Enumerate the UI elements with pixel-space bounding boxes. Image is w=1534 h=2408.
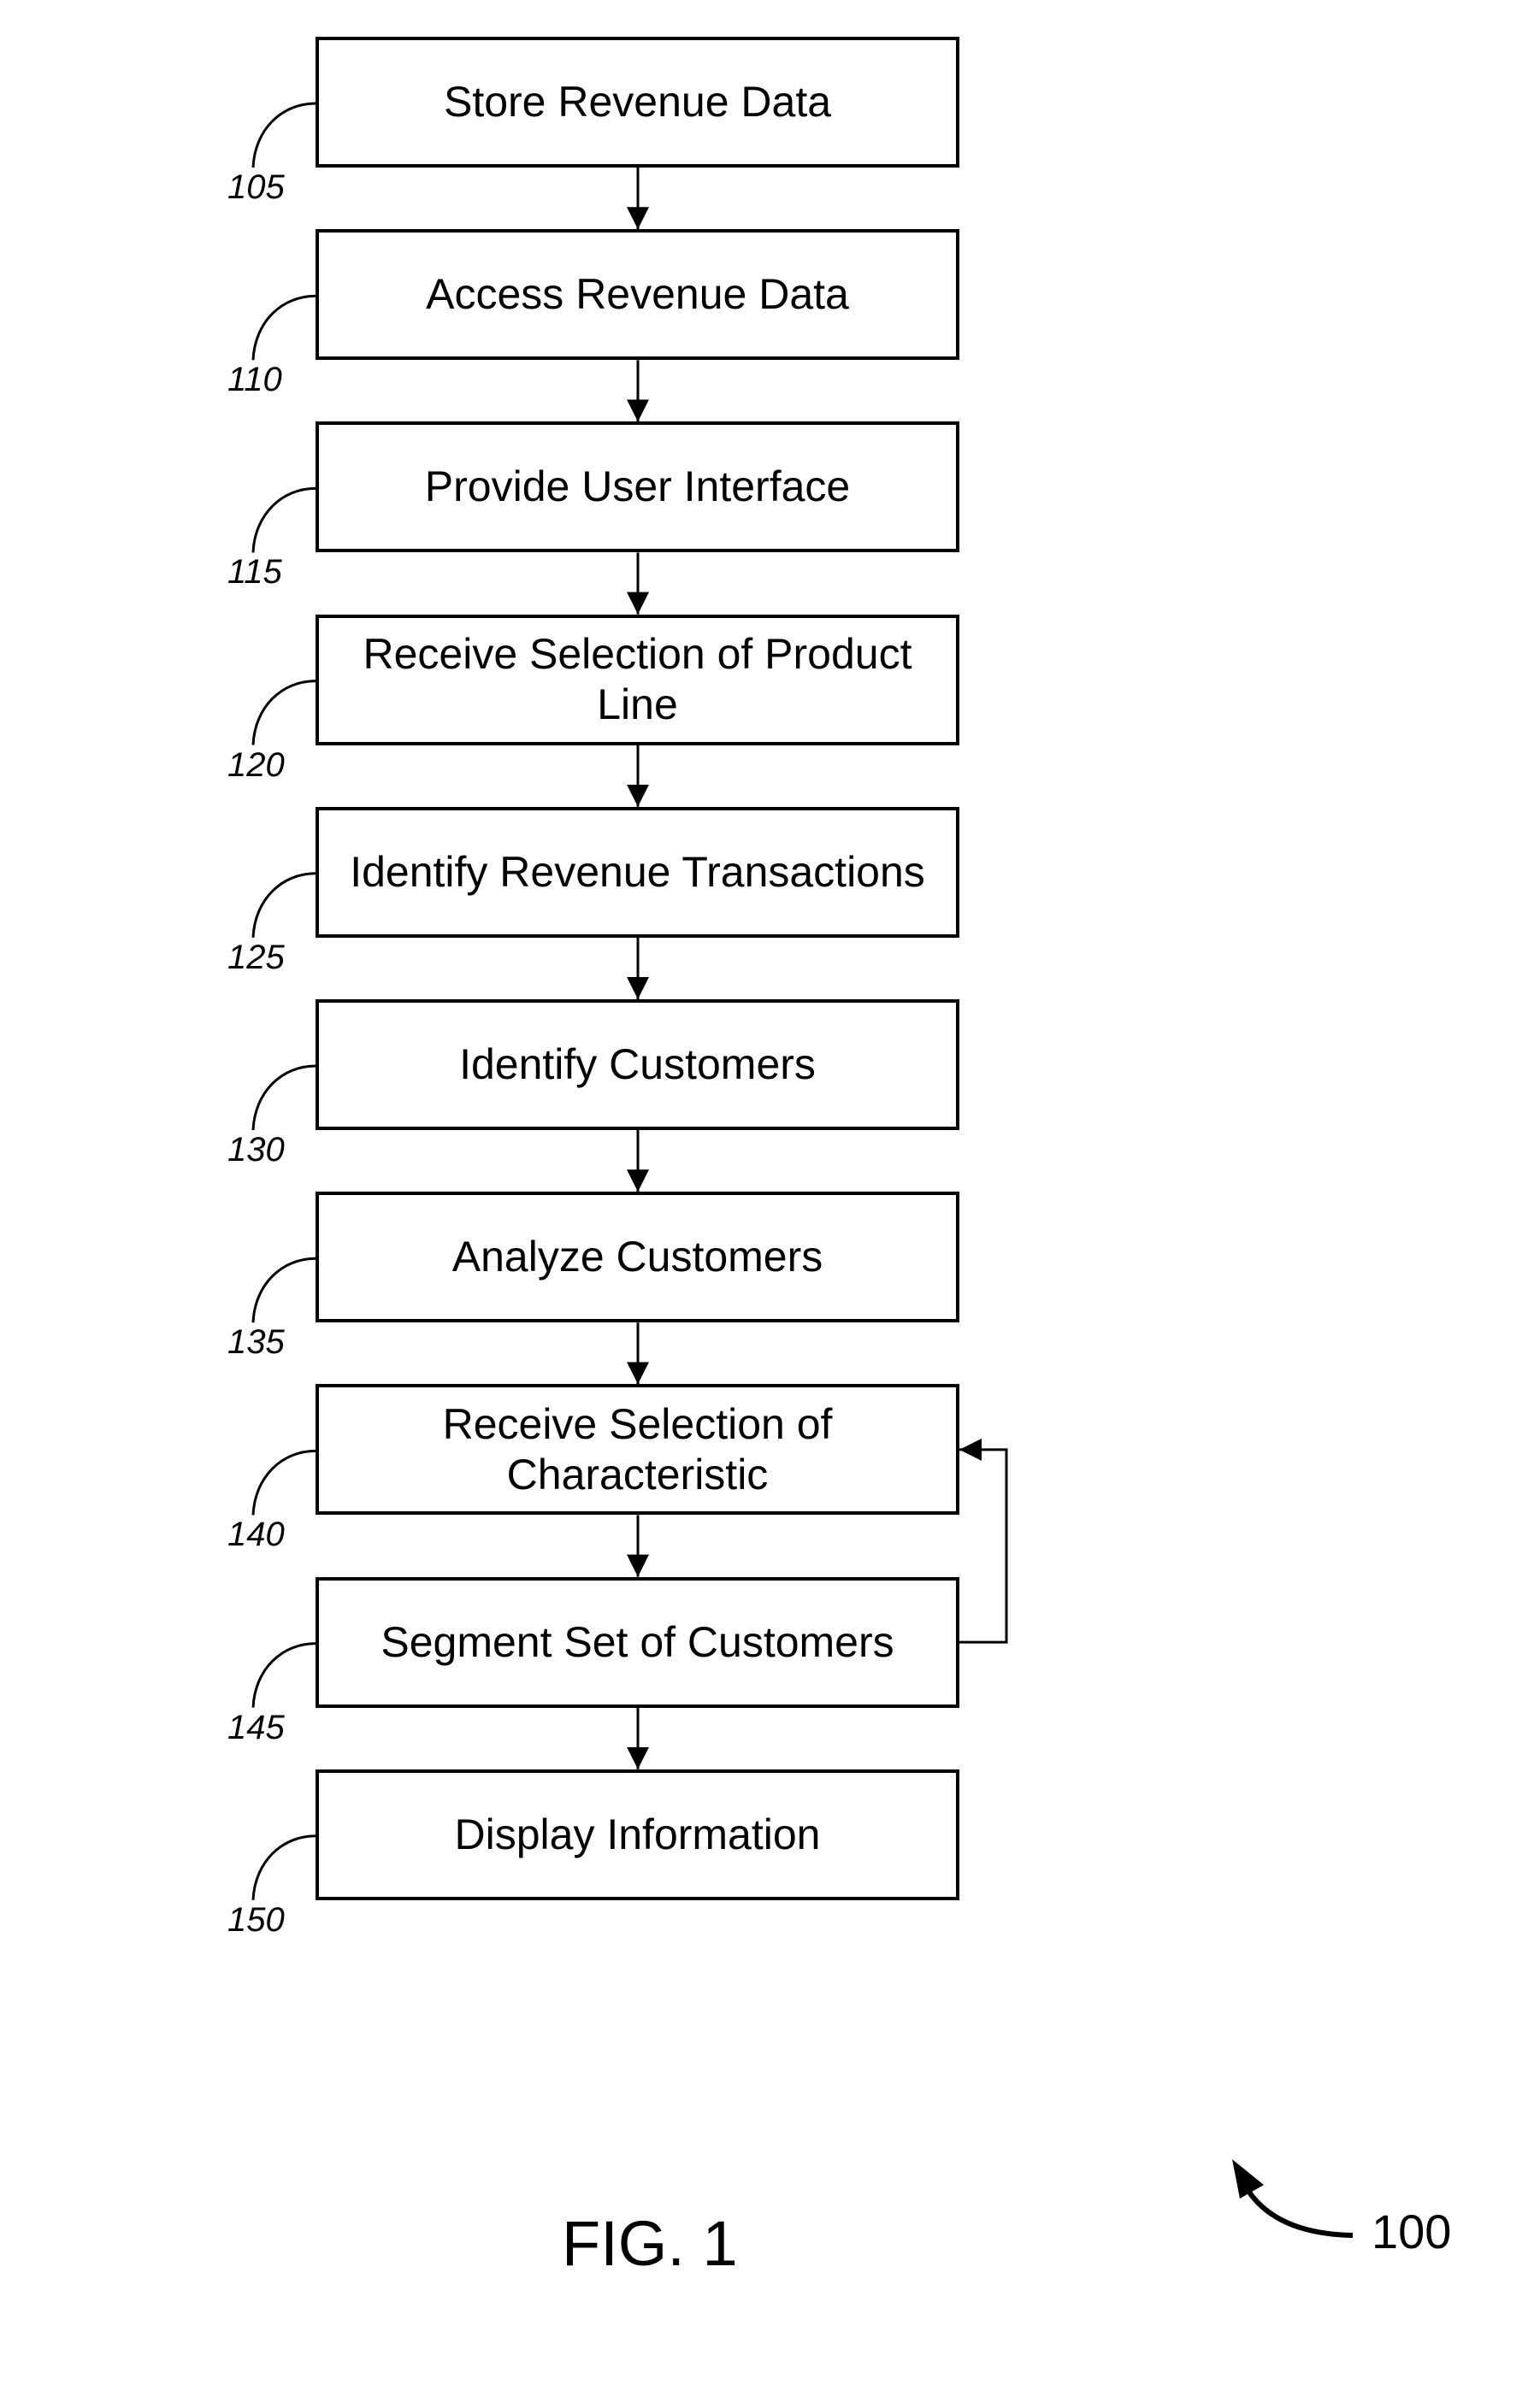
step-reference-number: 125 — [227, 938, 285, 976]
leader-line — [251, 1834, 316, 1900]
step-label: Receive Selection of Characteristic — [442, 1399, 833, 1498]
leader-line — [251, 680, 316, 745]
step-box-115: Provide User Interface — [316, 421, 959, 553]
step-box-135: Analyze Customers — [316, 1192, 959, 1323]
figure-reference-number: 100 — [1372, 2205, 1452, 2258]
step-label: Display Information — [454, 1810, 821, 1858]
step-label: Store Revenue Data — [443, 78, 832, 126]
step-box-150: Display Information — [316, 1769, 959, 1900]
feedback-loop-arrow — [959, 1438, 1008, 1644]
step-box-130: Identify Customers — [316, 999, 959, 1130]
step-reference-number: 105 — [227, 168, 285, 206]
step-reference-number: 120 — [227, 745, 285, 784]
step-box-110: Access Revenue Data — [316, 229, 959, 361]
step-box-125: Identify Revenue Transactions — [316, 806, 959, 938]
step-box-105: Store Revenue Data — [316, 37, 959, 168]
leader-line — [251, 486, 316, 553]
step-label: Access Revenue Data — [426, 270, 849, 319]
step-box-120: Receive Selection of Product Line — [316, 614, 959, 745]
leader-line — [251, 1064, 316, 1131]
step-label: Provide User Interface — [424, 462, 851, 511]
step-label: Receive Selection of Product Line — [363, 630, 912, 729]
step-label: Segment Set of Customers — [381, 1617, 894, 1666]
leader-line — [251, 1449, 316, 1516]
leader-line — [251, 1642, 316, 1708]
step-reference-number: 115 — [227, 553, 282, 592]
leader-line — [251, 102, 316, 168]
step-reference-number: 150 — [227, 1900, 285, 1939]
step-label: Identify Customers — [459, 1040, 816, 1088]
leader-line — [251, 294, 316, 361]
step-reference-number: 145 — [227, 1708, 285, 1746]
step-label: Identify Revenue Transactions — [350, 847, 925, 896]
step-reference-number: 130 — [227, 1131, 285, 1169]
figure-title: FIG. 1 — [562, 2208, 738, 2279]
step-reference-number: 135 — [227, 1323, 285, 1362]
step-box-145: Segment Set of Customers — [316, 1576, 959, 1708]
figure-reference-arrowhead — [1232, 2159, 1264, 2199]
step-label: Analyze Customers — [451, 1233, 823, 1281]
step-reference-number: 110 — [227, 361, 282, 399]
leader-line — [251, 1257, 316, 1323]
leader-line — [251, 872, 316, 938]
step-box-140: Receive Selection of Characteristic — [316, 1384, 959, 1516]
figure-reference-arrow — [1242, 2182, 1354, 2238]
step-reference-number: 140 — [227, 1516, 285, 1554]
